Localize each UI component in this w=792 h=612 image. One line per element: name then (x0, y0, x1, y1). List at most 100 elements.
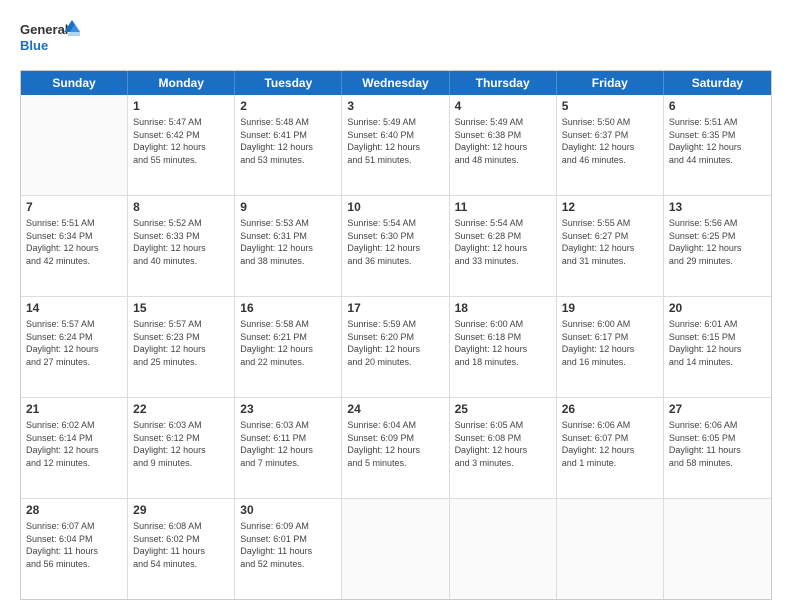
day-cell-22: 22 Sunrise: 6:03 AMSunset: 6:12 PMDayligh… (128, 398, 235, 498)
day-cell-10: 10 Sunrise: 5:54 AMSunset: 6:30 PMDayligh… (342, 196, 449, 296)
day-cell-24: 24 Sunrise: 6:04 AMSunset: 6:09 PMDayligh… (342, 398, 449, 498)
day-number: 6 (669, 98, 766, 114)
day-number: 4 (455, 98, 551, 114)
week-row-5: 28 Sunrise: 6:07 AMSunset: 6:04 PMDayligh… (21, 499, 771, 599)
day-cell-16: 16 Sunrise: 5:58 AMSunset: 6:21 PMDayligh… (235, 297, 342, 397)
header-day-tuesday: Tuesday (235, 71, 342, 95)
day-info: Sunrise: 6:03 AMSunset: 6:11 PMDaylight:… (240, 419, 336, 469)
day-cell-17: 17 Sunrise: 5:59 AMSunset: 6:20 PMDayligh… (342, 297, 449, 397)
day-info: Sunrise: 5:47 AMSunset: 6:42 PMDaylight:… (133, 116, 229, 166)
day-number: 28 (26, 502, 122, 518)
day-number: 14 (26, 300, 122, 316)
day-info: Sunrise: 5:49 AMSunset: 6:40 PMDaylight:… (347, 116, 443, 166)
day-info: Sunrise: 6:04 AMSunset: 6:09 PMDaylight:… (347, 419, 443, 469)
day-info: Sunrise: 5:54 AMSunset: 6:30 PMDaylight:… (347, 217, 443, 267)
day-info: Sunrise: 6:07 AMSunset: 6:04 PMDaylight:… (26, 520, 122, 570)
day-number: 10 (347, 199, 443, 215)
day-cell-15: 15 Sunrise: 5:57 AMSunset: 6:23 PMDayligh… (128, 297, 235, 397)
week-row-4: 21Sunrise: 6:02 AMSunset: 6:14 PMDayligh… (21, 398, 771, 499)
week-row-2: 7 Sunrise: 5:51 AMSunset: 6:34 PMDaylight… (21, 196, 771, 297)
day-info: Sunrise: 5:54 AMSunset: 6:28 PMDaylight:… (455, 217, 551, 267)
day-number: 29 (133, 502, 229, 518)
day-number: 9 (240, 199, 336, 215)
day-info: Sunrise: 6:09 AMSunset: 6:01 PMDaylight:… (240, 520, 336, 570)
day-cell-14: 14 Sunrise: 5:57 AMSunset: 6:24 PMDayligh… (21, 297, 128, 397)
day-cell-30: 30 Sunrise: 6:09 AMSunset: 6:01 PMDayligh… (235, 499, 342, 599)
day-cell-21: 21Sunrise: 6:02 AMSunset: 6:14 PMDayligh… (21, 398, 128, 498)
day-info: Sunrise: 5:57 AMSunset: 6:23 PMDaylight:… (133, 318, 229, 368)
day-cell-23: 23 Sunrise: 6:03 AMSunset: 6:11 PMDayligh… (235, 398, 342, 498)
day-cell-13: 13 Sunrise: 5:56 AMSunset: 6:25 PMDayligh… (664, 196, 771, 296)
day-info: Sunrise: 5:57 AMSunset: 6:24 PMDaylight:… (26, 318, 122, 368)
day-number: 24 (347, 401, 443, 417)
day-number: 13 (669, 199, 766, 215)
day-number: 1 (133, 98, 229, 114)
day-number: 15 (133, 300, 229, 316)
day-info: Sunrise: 6:03 AMSunset: 6:12 PMDaylight:… (133, 419, 229, 469)
day-info: Sunrise: 6:01 AMSunset: 6:15 PMDaylight:… (669, 318, 766, 368)
day-info: Sunrise: 6:08 AMSunset: 6:02 PMDaylight:… (133, 520, 229, 570)
day-info: Sunrise: 5:53 AMSunset: 6:31 PMDaylight:… (240, 217, 336, 267)
day-number: 20 (669, 300, 766, 316)
day-number: 2 (240, 98, 336, 114)
day-info: Sunrise: 5:59 AMSunset: 6:20 PMDaylight:… (347, 318, 443, 368)
day-number: 17 (347, 300, 443, 316)
empty-cell (21, 95, 128, 195)
day-cell-20: 20 Sunrise: 6:01 AMSunset: 6:15 PMDayligh… (664, 297, 771, 397)
day-cell-2: 2 Sunrise: 5:48 AMSunset: 6:41 PMDaylight… (235, 95, 342, 195)
day-cell-18: 18 Sunrise: 6:00 AMSunset: 6:18 PMDayligh… (450, 297, 557, 397)
svg-text:General: General (20, 22, 68, 37)
day-info: Sunrise: 5:56 AMSunset: 6:25 PMDaylight:… (669, 217, 766, 267)
empty-cell (557, 499, 664, 599)
day-number: 12 (562, 199, 658, 215)
day-number: 8 (133, 199, 229, 215)
day-number: 25 (455, 401, 551, 417)
header-day-monday: Monday (128, 71, 235, 95)
day-info: Sunrise: 5:48 AMSunset: 6:41 PMDaylight:… (240, 116, 336, 166)
header-day-sunday: Sunday (21, 71, 128, 95)
day-number: 11 (455, 199, 551, 215)
svg-text:Blue: Blue (20, 38, 48, 53)
day-cell-4: 4 Sunrise: 5:49 AMSunset: 6:38 PMDaylight… (450, 95, 557, 195)
day-cell-28: 28 Sunrise: 6:07 AMSunset: 6:04 PMDayligh… (21, 499, 128, 599)
day-info: Sunrise: 6:00 AMSunset: 6:18 PMDaylight:… (455, 318, 551, 368)
day-info: Sunrise: 5:55 AMSunset: 6:27 PMDaylight:… (562, 217, 658, 267)
day-info: Sunrise: 6:06 AMSunset: 6:07 PMDaylight:… (562, 419, 658, 469)
day-info: Sunrise: 5:52 AMSunset: 6:33 PMDaylight:… (133, 217, 229, 267)
day-number: 5 (562, 98, 658, 114)
day-cell-19: 19 Sunrise: 6:00 AMSunset: 6:17 PMDayligh… (557, 297, 664, 397)
empty-cell (664, 499, 771, 599)
day-number: 23 (240, 401, 336, 417)
day-cell-1: 1 Sunrise: 5:47 AMSunset: 6:42 PMDaylight… (128, 95, 235, 195)
header-day-wednesday: Wednesday (342, 71, 449, 95)
day-number: 30 (240, 502, 336, 518)
day-info: Sunrise: 6:06 AMSunset: 6:05 PMDaylight:… (669, 419, 766, 469)
day-number: 19 (562, 300, 658, 316)
day-cell-3: 3 Sunrise: 5:49 AMSunset: 6:40 PMDaylight… (342, 95, 449, 195)
day-cell-8: 8 Sunrise: 5:52 AMSunset: 6:33 PMDaylight… (128, 196, 235, 296)
empty-cell (450, 499, 557, 599)
day-number: 3 (347, 98, 443, 114)
day-number: 22 (133, 401, 229, 417)
day-info: Sunrise: 5:51 AMSunset: 6:34 PMDaylight:… (26, 217, 122, 267)
day-cell-12: 12 Sunrise: 5:55 AMSunset: 6:27 PMDayligh… (557, 196, 664, 296)
page-header: General Blue (20, 18, 772, 60)
day-info: Sunrise: 6:05 AMSunset: 6:08 PMDaylight:… (455, 419, 551, 469)
day-info: Sunrise: 5:58 AMSunset: 6:21 PMDaylight:… (240, 318, 336, 368)
day-number: 7 (26, 199, 122, 215)
day-number: 16 (240, 300, 336, 316)
day-cell-27: 27Sunrise: 6:06 AMSunset: 6:05 PMDayligh… (664, 398, 771, 498)
day-cell-7: 7 Sunrise: 5:51 AMSunset: 6:34 PMDaylight… (21, 196, 128, 296)
day-info: Sunrise: 5:49 AMSunset: 6:38 PMDaylight:… (455, 116, 551, 166)
day-cell-29: 29 Sunrise: 6:08 AMSunset: 6:02 PMDayligh… (128, 499, 235, 599)
calendar-header: SundayMondayTuesdayWednesdayThursdayFrid… (21, 71, 771, 95)
logo-icon: General Blue (20, 18, 80, 60)
day-cell-5: 5Sunrise: 5:50 AMSunset: 6:37 PMDaylight… (557, 95, 664, 195)
day-number: 18 (455, 300, 551, 316)
calendar-body: 1 Sunrise: 5:47 AMSunset: 6:42 PMDaylight… (21, 95, 771, 599)
day-info: Sunrise: 6:00 AMSunset: 6:17 PMDaylight:… (562, 318, 658, 368)
day-info: Sunrise: 5:51 AMSunset: 6:35 PMDaylight:… (669, 116, 766, 166)
day-cell-25: 25 Sunrise: 6:05 AMSunset: 6:08 PMDayligh… (450, 398, 557, 498)
day-cell-6: 6 Sunrise: 5:51 AMSunset: 6:35 PMDaylight… (664, 95, 771, 195)
day-info: Sunrise: 6:02 AMSunset: 6:14 PMDaylight:… (26, 419, 122, 469)
